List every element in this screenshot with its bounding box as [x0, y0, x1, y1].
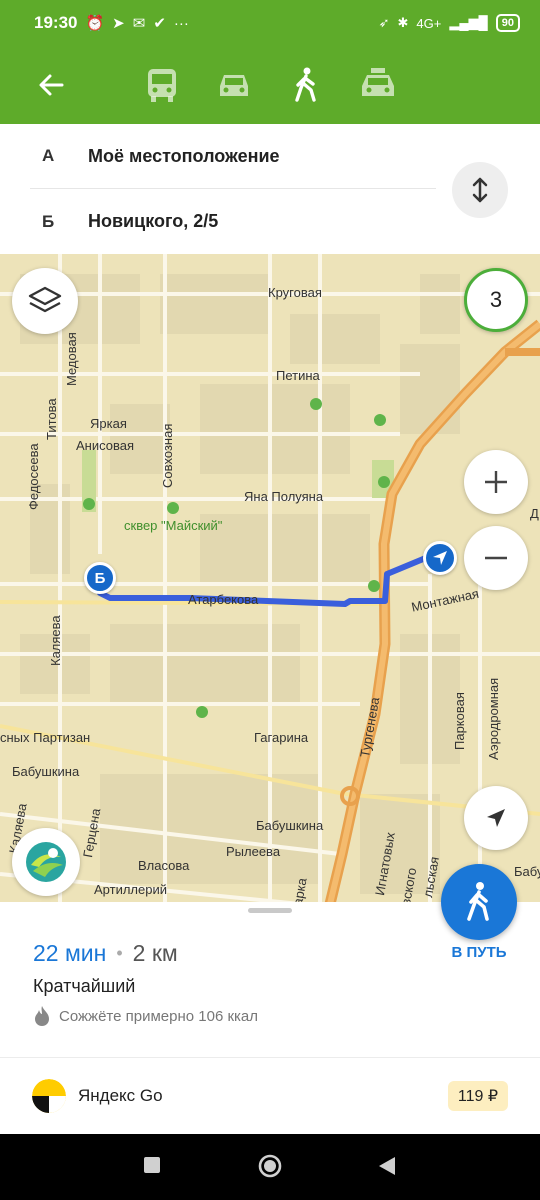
route-mode-bar [0, 46, 540, 124]
street-label: Атарбекова [188, 592, 259, 607]
park-label: сквер "Майский" [124, 518, 223, 533]
street-label: Яркая [90, 416, 127, 431]
pedestrian-icon [467, 882, 489, 921]
point-a-letter: А [42, 146, 55, 165]
map-view[interactable]: Круговая Петина Медовая Титова Федосеева… [0, 254, 540, 904]
my-location-pin[interactable] [423, 541, 457, 575]
street-label: Бабушкина [256, 818, 324, 833]
voice-assistant-button[interactable] [12, 828, 80, 896]
point-b-field[interactable]: Б Новицкого, 2/5 [30, 189, 436, 254]
map-canvas [0, 254, 540, 904]
taxi-icon[interactable] [358, 66, 398, 104]
layers-icon [28, 286, 62, 313]
street-label: Власова [138, 858, 190, 873]
street-label: Артиллерий [94, 882, 167, 897]
street-label: Яна Полуяна [244, 489, 324, 504]
street-label: Совхозная [160, 423, 175, 488]
calories-text: Сожжёте примерно 106 ккал [59, 1007, 259, 1025]
taxi-offer-row[interactable]: Яндекс Go 119 ₽ [32, 1078, 508, 1114]
alice-icon [26, 842, 66, 882]
minus-icon [485, 556, 507, 560]
street-label: Федосеева [26, 443, 41, 510]
zoom-out-button[interactable] [464, 526, 528, 590]
flame-icon [35, 1006, 49, 1026]
swap-vertical-icon [472, 177, 488, 203]
bluetooth-icon: ✱ [397, 15, 409, 30]
status-bar: 19:30 ⏰ ➤ ✉ ✔ ··· ➶ ✱ 4G+ ▂▄▆█ 90 [0, 0, 540, 46]
street-label: Д [530, 506, 539, 521]
start-route-label[interactable]: В ПУТЬ [430, 944, 528, 961]
street-label: Каляева [48, 615, 63, 666]
check-icon: ✔ [153, 15, 166, 32]
plus-icon [485, 471, 507, 493]
street-label: Круговая [268, 285, 322, 300]
route-distance: 2 км [132, 940, 178, 966]
swap-points-button[interactable] [452, 162, 508, 218]
street-label: сных Партизан [0, 730, 91, 745]
street-label: Петина [276, 368, 320, 383]
notification-icons: ⏰ ➤ ✉ ✔ ··· [85, 14, 189, 33]
point-a-text: Моё местоположение [88, 145, 280, 166]
point-b-letter: Б [42, 211, 55, 231]
drag-handle[interactable] [248, 908, 292, 913]
location-icon: ➶ [378, 15, 390, 30]
route-duration: 22 мин [33, 940, 107, 966]
alarm-icon: ⏰ [85, 15, 105, 32]
layers-button[interactable] [12, 268, 78, 334]
street-label: Бабушкина [12, 764, 80, 779]
car-icon[interactable] [214, 66, 254, 104]
pedestrian-icon[interactable] [286, 66, 326, 104]
traffic-level-badge[interactable]: 3 [464, 268, 528, 332]
status-time: 19:30 [34, 13, 78, 32]
navigation-arrow-icon [433, 551, 447, 565]
point-a-field[interactable]: А Моё местоположение [30, 124, 436, 189]
mail-icon: ✉ [132, 15, 146, 32]
home-icon[interactable] [257, 1153, 283, 1179]
calories-info: Сожжёте примерно 106 ккал [33, 1005, 258, 1027]
status-right: ➶ ✱ 4G+ ▂▄▆█ 90 [379, 14, 520, 32]
zoom-in-button[interactable] [464, 450, 528, 514]
more-icon: ··· [173, 14, 189, 32]
route-type: Кратчайший [33, 976, 136, 996]
street-label: Парковая [452, 692, 467, 750]
bus-icon[interactable] [142, 66, 182, 104]
battery-indicator: 90 [495, 14, 520, 32]
route-info-panel: В ПУТЬ 22 мин • 2 км Кратчайший Сожжёте … [0, 864, 540, 1134]
taxi-price-badge[interactable]: 119 ₽ [447, 1081, 508, 1111]
back-icon[interactable] [378, 1156, 396, 1176]
locate-arrow-icon [487, 809, 505, 827]
back-arrow-icon[interactable] [34, 68, 68, 102]
my-location-button[interactable] [464, 786, 528, 850]
street-label: Аэродромная [486, 677, 501, 760]
street-label: Бабу [514, 864, 540, 879]
point-b-text: Новицкого, 2/5 [88, 211, 219, 231]
route-points: А Моё местоположение Б Новицкого, 2/5 [0, 124, 540, 254]
telegram-icon: ➤ [112, 15, 125, 32]
street-label: Гагарина [254, 730, 309, 745]
route-summary: 22 мин • 2 км [33, 940, 178, 967]
street-label: Анисовая [76, 438, 135, 453]
separator-dot: • [116, 943, 123, 963]
signal-icon: ▂▄▆█ [449, 15, 488, 30]
start-route-button[interactable] [441, 864, 517, 940]
street-label: Рылеева [226, 844, 281, 859]
street-label: Титова [44, 398, 59, 440]
recents-icon[interactable] [143, 1156, 161, 1174]
yandex-go-logo [32, 1079, 66, 1113]
taxi-service-name: Яндекс Go [78, 1086, 163, 1105]
network-type: 4G+ [416, 15, 442, 31]
destination-pin[interactable]: Б [84, 562, 116, 594]
divider [0, 1057, 540, 1058]
system-nav-bar [0, 1134, 540, 1200]
street-label: Медовая [64, 332, 79, 386]
